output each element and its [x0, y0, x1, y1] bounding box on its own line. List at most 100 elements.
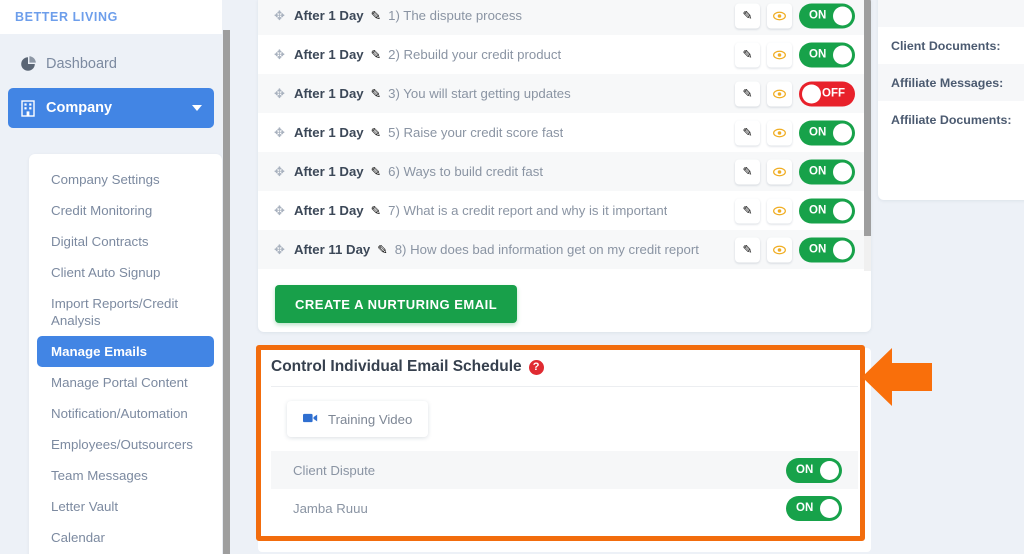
right-panel-row-affiliate-documents[interactable]: Affiliate Documents:	[878, 101, 1024, 138]
pencil-icon[interactable]: ✎	[371, 86, 381, 101]
toggle-label: ON	[809, 9, 827, 22]
sidebar-subitem-letter-vault[interactable]: Letter Vault	[37, 491, 214, 522]
sidebar-subitem-employees-outsourcers[interactable]: Employees/Outsourcers	[37, 429, 214, 460]
table-row[interactable]: ✥ After 1 Day ✎ 2) Rebuild your credit p…	[258, 35, 871, 74]
pencil-icon[interactable]: ✎	[371, 203, 381, 218]
sidebar-subitem-team-messages[interactable]: Team Messages	[37, 460, 214, 491]
email-toggle[interactable]: OFF	[799, 81, 855, 106]
pencil-icon[interactable]: ✎	[371, 164, 381, 179]
right-panel-row-affiliate-messages[interactable]: Affiliate Messages:	[878, 64, 1024, 101]
pencil-icon[interactable]: ✎	[377, 242, 387, 257]
table-row[interactable]: ✥ After 1 Day ✎ 3) You will start gettin…	[258, 74, 871, 113]
email-subject: 6) Ways to build credit fast	[388, 164, 544, 179]
eye-icon[interactable]	[767, 81, 792, 106]
eye-icon[interactable]	[767, 159, 792, 184]
training-video-button[interactable]: Training Video	[287, 401, 429, 437]
pencil-icon[interactable]: ✎	[735, 120, 760, 145]
sidebar-item-dashboard[interactable]: Dashboard	[8, 44, 214, 84]
sidebar-item-company[interactable]: Company	[8, 88, 214, 128]
table-row[interactable]: ✥ After 11 Day ✎ 8) How does bad informa…	[258, 230, 871, 269]
sidebar-subitem-notification-automation[interactable]: Notification/Automation	[37, 398, 214, 429]
sidebar-subitem-credit-monitoring[interactable]: Credit Monitoring	[37, 195, 214, 226]
drag-handle-icon[interactable]: ✥	[274, 125, 294, 141]
toggle-label: ON	[809, 165, 827, 178]
sidebar-subitem-client-auto-signup[interactable]: Client Auto Signup	[37, 257, 214, 288]
sidebar-subitem-company-settings[interactable]: Company Settings	[37, 164, 214, 195]
create-nurturing-email-button[interactable]: CREATE A NURTURING EMAIL	[275, 285, 518, 323]
email-delay: After 1 Day	[294, 203, 364, 218]
pencil-icon[interactable]: ✎	[735, 3, 760, 28]
pencil-icon[interactable]: ✎	[371, 8, 381, 23]
schedule-row[interactable]: Client Dispute ON	[271, 451, 858, 489]
schedule-row-toggle[interactable]: ON	[786, 457, 842, 483]
pencil-icon[interactable]: ✎	[371, 47, 381, 62]
pencil-icon[interactable]: ✎	[735, 159, 760, 184]
table-row[interactable]: ✥ After 1 Day ✎ 5) Raise your credit sco…	[258, 113, 871, 152]
pencil-icon[interactable]: ✎	[735, 237, 760, 262]
eye-icon[interactable]	[767, 198, 792, 223]
toggle-knob	[802, 84, 821, 103]
drag-handle-icon[interactable]: ✥	[274, 203, 294, 219]
main-content: ✥ After 1 Day ✎ 1) The dispute process ✎…	[245, 0, 871, 554]
email-list-scrollbar[interactable]	[864, 0, 871, 271]
sidebar-subitem-manage-portal-content[interactable]: Manage Portal Content	[37, 367, 214, 398]
toggle-knob	[820, 498, 839, 518]
email-toggle[interactable]: ON	[799, 237, 855, 262]
eye-icon[interactable]	[767, 120, 792, 145]
email-list-scroll-area[interactable]: ✥ After 1 Day ✎ 1) The dispute process ✎…	[258, 0, 871, 271]
drag-handle-icon[interactable]: ✥	[274, 47, 294, 63]
sidebar-subitem-import-reports[interactable]: Import Reports/Credit Analysis	[37, 288, 214, 336]
drag-handle-icon[interactable]: ✥	[274, 86, 294, 102]
toggle-knob	[833, 162, 852, 181]
table-row[interactable]: ✥ After 1 Day ✎ 7) What is a credit repo…	[258, 191, 871, 230]
pencil-icon[interactable]: ✎	[735, 198, 760, 223]
toggle-knob	[833, 201, 852, 220]
table-row-partial[interactable]	[258, 269, 871, 271]
schedule-row-toggle[interactable]: ON	[786, 495, 842, 521]
help-icon[interactable]: ?	[528, 359, 544, 375]
eye-icon[interactable]	[767, 42, 792, 67]
drag-handle-icon[interactable]: ✥	[274, 164, 294, 180]
right-panel-row[interactable]	[878, 0, 1024, 27]
sidebar-scrollbar[interactable]	[223, 30, 230, 554]
email-toggle[interactable]: ON	[799, 42, 855, 67]
table-row[interactable]: ✥ After 1 Day ✎ 6) Ways to build credit …	[258, 152, 871, 191]
sidebar-subitem-manage-emails[interactable]: Manage Emails	[37, 336, 214, 367]
row-actions: ✎ ON	[735, 159, 855, 184]
sidebar-subitem-calendar[interactable]: Calendar	[37, 522, 214, 553]
row-actions: ✎ ON	[735, 120, 855, 145]
brand-bar: BETTER LIVING	[0, 0, 222, 34]
drag-handle-icon[interactable]: ✥	[274, 242, 294, 258]
schedule-body: Training Video Client Dispute ON Jamba R…	[271, 386, 858, 546]
right-panel: Client Documents: Affiliate Messages: Af…	[878, 0, 1024, 200]
email-toggle[interactable]: ON	[799, 159, 855, 184]
email-subject: 8) How does bad information get on my cr…	[394, 242, 699, 257]
pencil-icon[interactable]: ✎	[735, 81, 760, 106]
app-window: BETTER LIVING Dashboard Company Company …	[0, 0, 1024, 554]
row-actions: ✎ OFF	[735, 81, 855, 106]
eye-icon[interactable]	[767, 3, 792, 28]
table-row[interactable]: ✥ After 1 Day ✎ 1) The dispute process ✎…	[258, 0, 871, 35]
sidebar-item-label: Company	[46, 100, 113, 116]
right-panel-row-client-documents[interactable]: Client Documents:	[878, 27, 1024, 64]
toggle-knob	[820, 460, 839, 480]
email-delay: After 11 Day	[294, 242, 371, 257]
toggle-knob	[833, 45, 852, 64]
eye-icon[interactable]	[767, 237, 792, 262]
toggle-label: ON	[809, 48, 827, 61]
pencil-icon[interactable]: ✎	[371, 125, 381, 140]
email-delay: After 1 Day	[294, 47, 364, 62]
sidebar-subitem-digital-contracts[interactable]: Digital Contracts	[37, 226, 214, 257]
schedule-row-label: Jamba Ruuu	[293, 500, 368, 516]
brand-title: BETTER LIVING	[15, 10, 118, 24]
sidebar: BETTER LIVING Dashboard Company Company …	[0, 0, 231, 554]
toggle-label: ON	[796, 502, 814, 514]
email-toggle[interactable]: ON	[799, 120, 855, 145]
email-toggle[interactable]: ON	[799, 198, 855, 223]
pencil-icon[interactable]: ✎	[735, 42, 760, 67]
schedule-row[interactable]: Jamba Ruuu ON	[271, 489, 858, 527]
drag-handle-icon[interactable]: ✥	[274, 8, 294, 24]
pie-chart-icon	[20, 55, 46, 73]
email-toggle[interactable]: ON	[799, 3, 855, 28]
email-list-scrollbar-thumb[interactable]	[864, 0, 871, 236]
